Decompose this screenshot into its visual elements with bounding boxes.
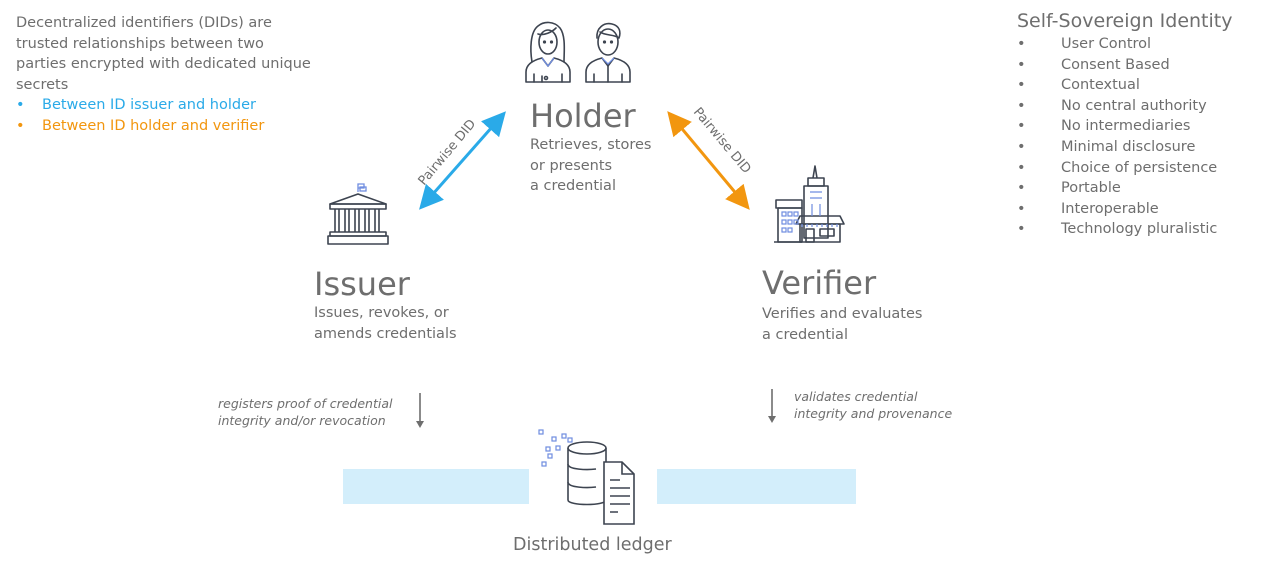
issuer-down-arrow-icon: [416, 393, 424, 428]
issuer-ledger-note: registers proof of credential integrity …: [218, 396, 393, 428]
issuer-description: Issues, revokes, or amends credentials: [314, 305, 457, 342]
verifier-down-arrow-icon: [768, 389, 776, 423]
issuer-title: Issuer: [314, 265, 410, 303]
database-document-icon: [538, 429, 635, 525]
verifier-block: Verifier Verifies and evaluates a creden…: [762, 265, 922, 345]
ledger-band-left: [343, 469, 529, 504]
verifier-ledger-note: validates credential integrity and prove…: [794, 389, 953, 421]
ledger-band-right: [657, 469, 856, 504]
holder-verifier-arrow-label: Pairwise DID: [690, 105, 754, 177]
city-buildings-icon: [774, 165, 845, 243]
government-building-icon: [327, 183, 389, 245]
verifier-description: Verifies and evaluates a credential: [762, 306, 923, 343]
verifier-title: Verifier: [762, 264, 877, 302]
ledger-label: Distributed ledger: [513, 535, 672, 555]
issuer-block: Issuer Issues, revokes, or amends creden…: [314, 266, 457, 344]
